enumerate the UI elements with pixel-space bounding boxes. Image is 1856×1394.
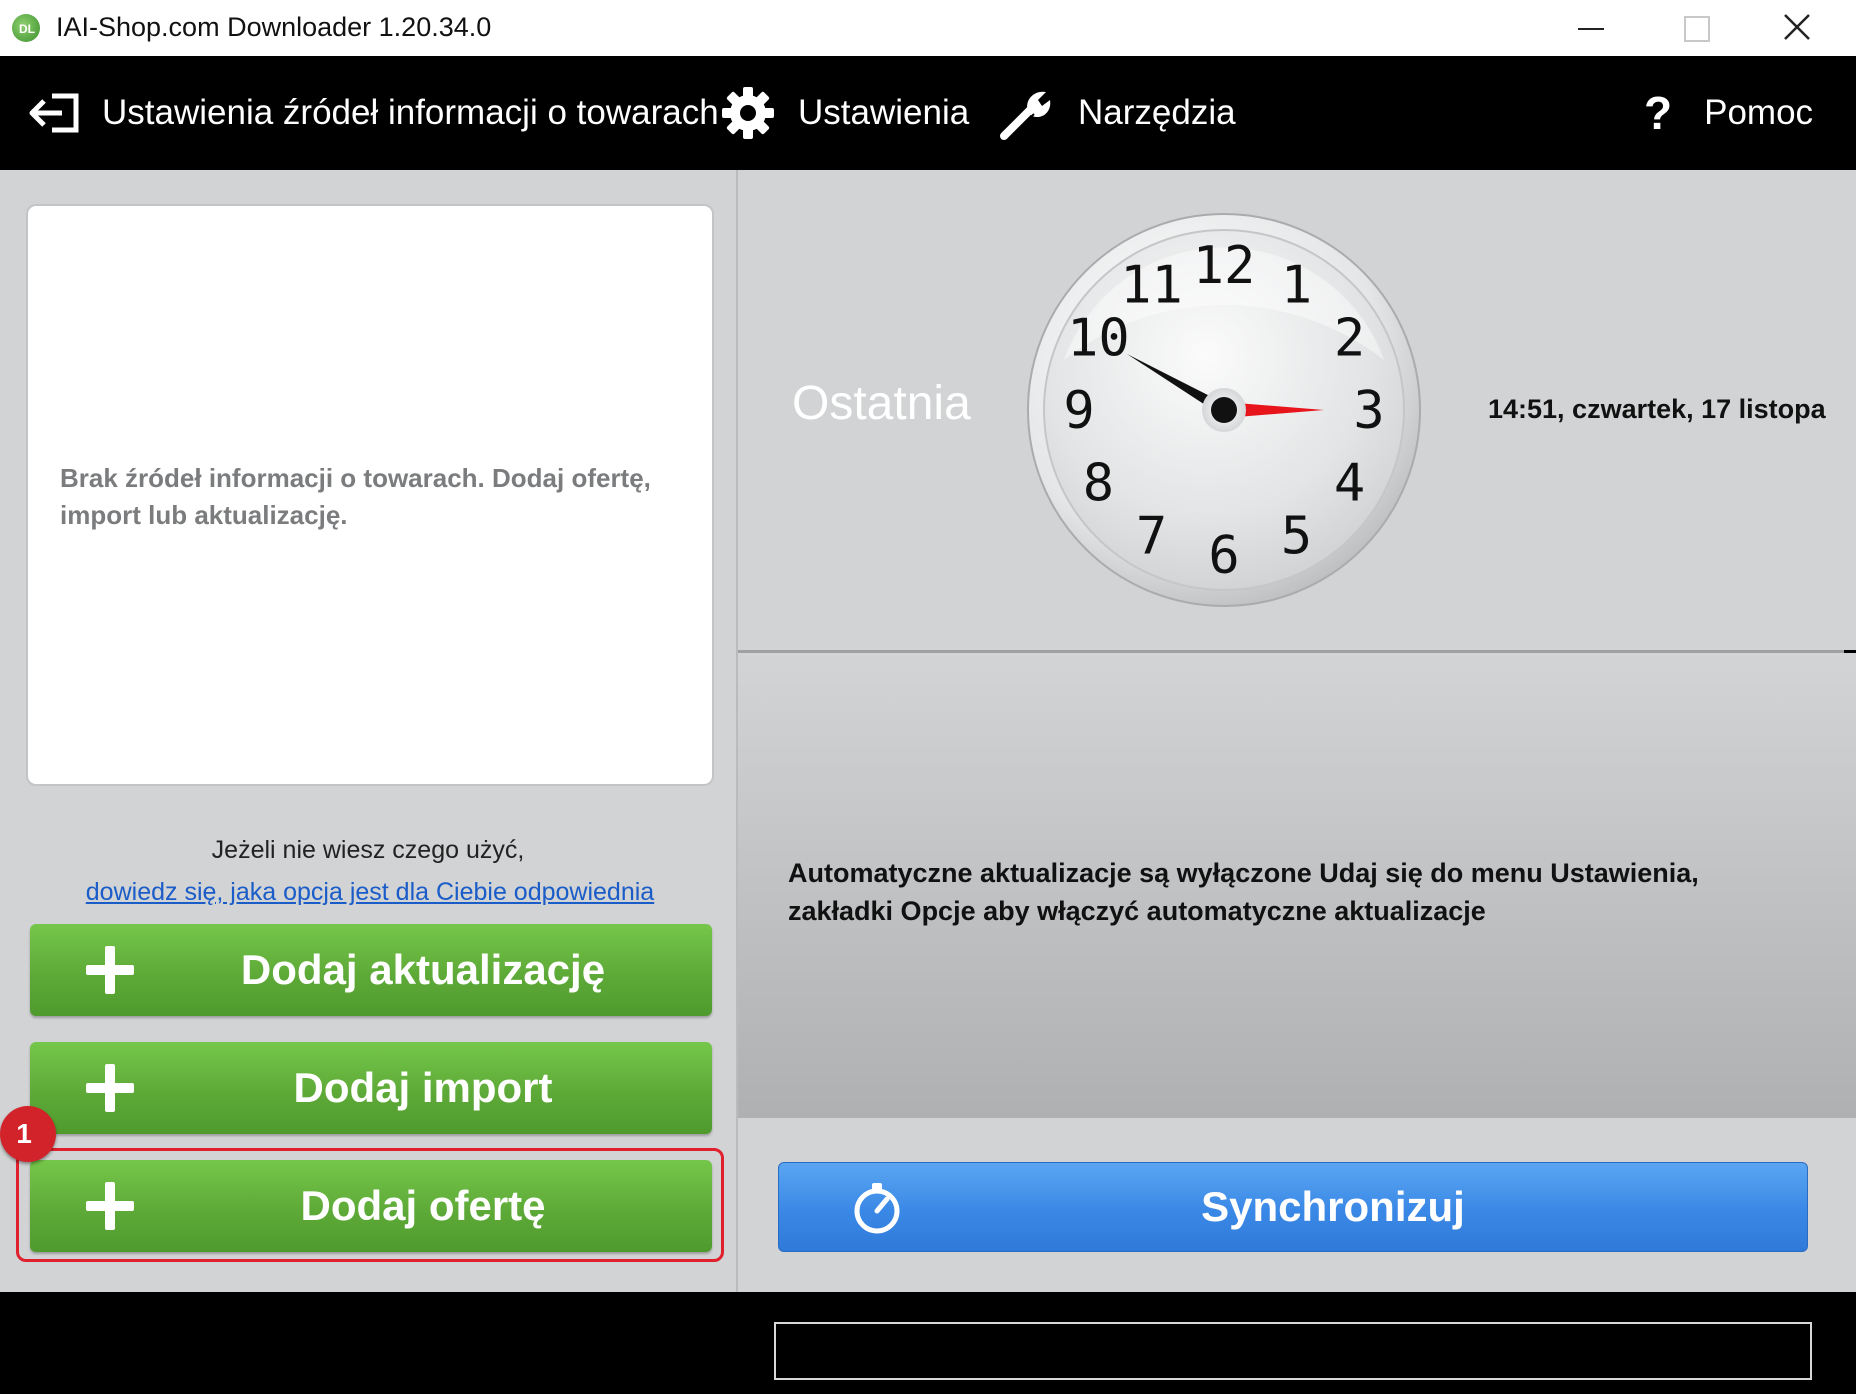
add-import-button[interactable]: Dodaj import	[30, 1042, 712, 1134]
clock-number-6: 6	[1208, 526, 1239, 586]
menu-sources-label: Ustawienia źródeł informacji o towarach	[102, 93, 719, 132]
add-import-label: Dodaj import	[293, 1064, 553, 1111]
clock-number-12: 12	[1193, 236, 1256, 296]
synchronize-label: Synchronizuj	[1201, 1183, 1465, 1230]
clock-number-1: 1	[1281, 255, 1312, 315]
clock-number-9: 9	[1063, 381, 1094, 441]
menu-settings-label: Ustawienia	[798, 93, 970, 132]
synchronize-button[interactable]: Synchronizuj	[778, 1162, 1808, 1252]
clock-number-3: 3	[1353, 381, 1384, 441]
question-mark-icon: ?	[1644, 87, 1673, 139]
menu-settings[interactable]: Ustawienia	[722, 56, 969, 170]
sources-panel: Brak źródeł informacji o towarach. Dodaj…	[0, 170, 736, 1292]
menu-tools-label: Narzędzia	[1078, 93, 1236, 132]
status-bar	[0, 1292, 1856, 1394]
app-logo-text: DL	[19, 22, 35, 36]
clock-number-7: 7	[1136, 507, 1167, 567]
app-logo-icon: DL	[12, 14, 40, 42]
app-window: DL IAI-Shop.com Downloader 1.20.34.0 Ust…	[0, 0, 1856, 1394]
clock-icon: 12 12 3 45678 9 1011	[1027, 213, 1421, 607]
gear-icon	[722, 87, 774, 139]
add-update-button[interactable]: Dodaj aktualizację	[30, 924, 712, 1016]
sources-list[interactable]: Brak źródeł informacji o towarach. Dodaj…	[26, 204, 714, 786]
clock-number-4: 4	[1334, 454, 1365, 514]
plus-icon	[86, 946, 134, 994]
minimize-button[interactable]	[1536, 0, 1640, 56]
menu-sources-settings[interactable]: Ustawienia źródeł informacji o towarach	[26, 56, 719, 170]
last-sync-time: 14:51, czwartek, 17 listopa	[1488, 394, 1826, 424]
wrench-icon	[1000, 91, 1051, 140]
close-button[interactable]	[1744, 0, 1848, 56]
clock-number-10: 10	[1067, 309, 1130, 369]
auto-update-message: Automatyczne aktualizacje są wyłączone U…	[788, 858, 1699, 926]
last-sync-label: Ostatnia	[792, 377, 971, 430]
clock-number-11: 11	[1120, 255, 1183, 315]
help-hint-link[interactable]: dowiedz się, jaka opcja jest dla Ciebie …	[0, 878, 740, 907]
window-title: IAI-Shop.com Downloader 1.20.34.0	[56, 12, 492, 42]
empty-sources-message: Brak źródeł informacji o towarach. Dodaj…	[60, 463, 651, 530]
add-update-label: Dodaj aktualizację	[240, 946, 606, 993]
progress-bar	[774, 1322, 1812, 1380]
clock-number-2: 2	[1334, 309, 1365, 369]
annotation-highlight-box	[16, 1148, 724, 1262]
close-icon	[1784, 14, 1810, 40]
maximize-button[interactable]	[1640, 0, 1744, 56]
title-bar: DL IAI-Shop.com Downloader 1.20.34.0	[0, 0, 1856, 56]
annotation-marker: 1	[0, 1106, 56, 1162]
annotation-number: 1	[16, 1118, 32, 1149]
sign-in-icon	[29, 93, 79, 133]
menu-help[interactable]: ? Pomoc	[1644, 56, 1813, 170]
menu-help-label: Pomoc	[1704, 93, 1814, 132]
menu-tools[interactable]: Narzędzia	[998, 56, 1236, 170]
plus-icon	[86, 1064, 134, 1112]
menu-bar: Ustawienia źródeł informacji o towarach …	[0, 56, 1856, 170]
clock-number-5: 5	[1281, 507, 1312, 567]
clock-center	[1211, 397, 1237, 423]
clock-number-8: 8	[1083, 454, 1114, 514]
help-hint-text: Jeżeli nie wiesz czego użyć,	[211, 836, 525, 864]
